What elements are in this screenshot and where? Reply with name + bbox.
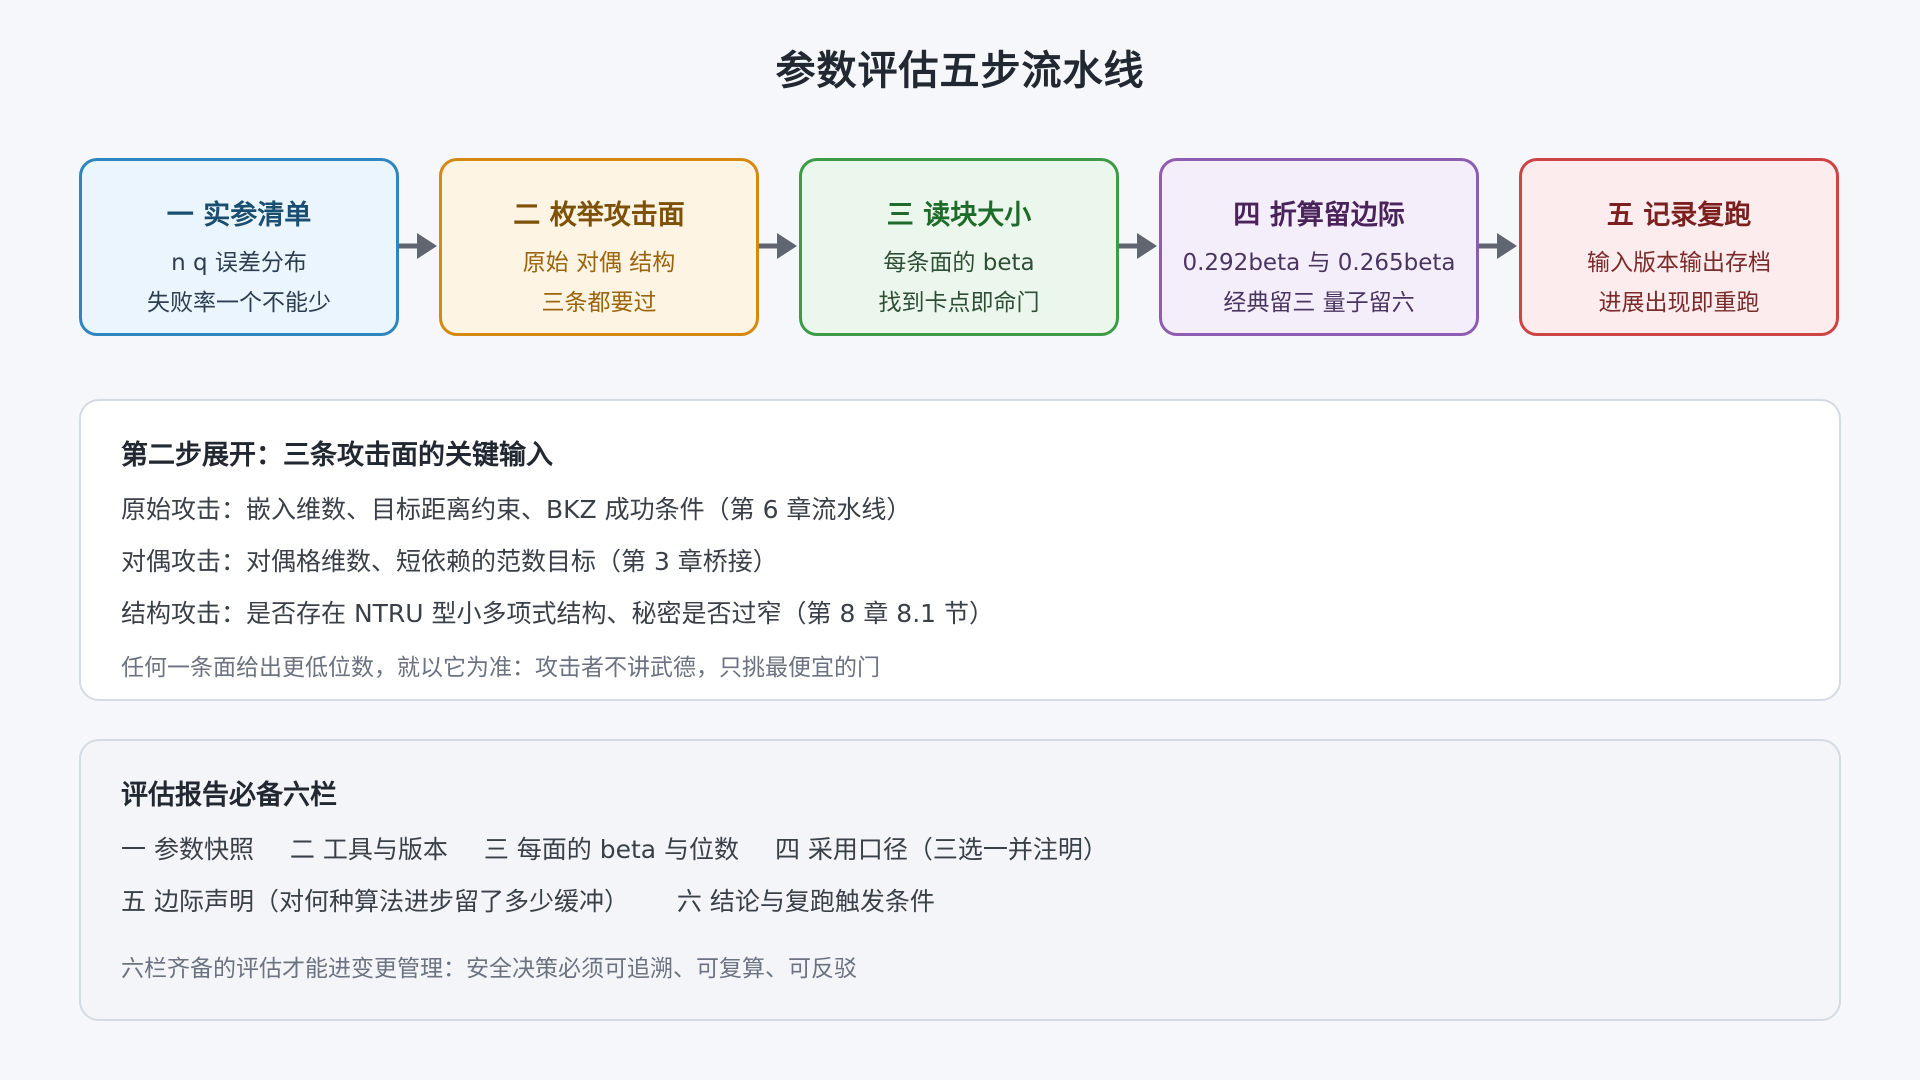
- attack-surface-note: 任何一条面给出更低位数，就以它为准：攻击者不讲武德，只挑最便宜的门: [121, 655, 880, 681]
- report-columns-row-1: 一 参数快照 二 工具与版本 三 每面的 beta 与位数 四 采用口径（三选一…: [121, 830, 1136, 866]
- attack-line-primal: 原始攻击：嵌入维数、目标距离约束、BKZ 成功条件（第 6 章流水线）: [121, 495, 912, 524]
- step-4-box: 四 折算留边际 0.292beta 与 0.265beta 经典留三 量子留六: [1159, 158, 1479, 336]
- step-2-line-2: 三条都要过: [541, 290, 657, 316]
- step-2-box: 二 枚举攻击面 原始 对偶 结构 三条都要过: [439, 158, 759, 336]
- report-column-item: 二 工具与版本: [289, 835, 448, 864]
- report-column-item: 一 参数快照: [121, 835, 254, 864]
- step-5-line-1: 输入版本输出存档: [1587, 250, 1771, 276]
- report-columns-note: 六栏齐备的评估才能进变更管理：安全决策必须可追溯、可复算、可反驳: [121, 956, 857, 982]
- step-5-title: 五 记录复跑: [1606, 200, 1752, 231]
- attack-surface-panel: 第二步展开：三条攻击面的关键输入 原始攻击：嵌入维数、目标距离约束、BKZ 成功…: [79, 399, 1841, 701]
- step-1-line-1: n q 误差分布: [171, 250, 307, 276]
- step-2-title: 二 枚举攻击面: [513, 200, 685, 231]
- step-5-line-2: 进展出现即重跑: [1598, 290, 1760, 316]
- pipeline-flow: 一 实参清单 n q 误差分布 失败率一个不能少 二 枚举攻击面 原始 对偶 结…: [79, 158, 1841, 336]
- arrow-right-icon: [1119, 233, 1157, 259]
- report-column-item: 五 边际声明（对何种算法进步留了多少缓冲）: [121, 887, 629, 916]
- step-4-line-2: 经典留三 量子留六: [1223, 290, 1415, 316]
- report-column-item: 三 每面的 beta 与位数: [483, 835, 740, 864]
- step-2-line-1: 原始 对偶 结构: [522, 250, 676, 276]
- step-5-box: 五 记录复跑 输入版本输出存档 进展出现即重跑: [1519, 158, 1839, 336]
- attack-surface-heading: 第二步展开：三条攻击面的关键输入: [121, 440, 553, 471]
- report-columns-heading: 评估报告必备六栏: [121, 780, 337, 811]
- page-title: 参数评估五步流水线: [775, 48, 1145, 94]
- attack-line-structural: 结构攻击：是否存在 NTRU 型小多项式结构、秘密是否过窄（第 8 章 8.1 …: [121, 599, 994, 628]
- step-1-title: 一 实参清单: [166, 200, 312, 231]
- report-column-item: 六 结论与复跑触发条件: [676, 887, 935, 916]
- step-3-line-1: 每条面的 beta: [883, 250, 1035, 276]
- arrow-right-icon: [759, 233, 797, 259]
- step-3-box: 三 读块大小 每条面的 beta 找到卡点即命门: [799, 158, 1119, 336]
- step-1-box: 一 实参清单 n q 误差分布 失败率一个不能少: [79, 158, 399, 336]
- step-3-title: 三 读块大小: [886, 200, 1032, 231]
- attack-line-dual: 对偶攻击：对偶格维数、短依赖的范数目标（第 3 章桥接）: [121, 547, 778, 576]
- step-1-line-2: 失败率一个不能少: [147, 290, 331, 316]
- report-column-item: 四 采用口径（三选一并注明）: [774, 835, 1108, 864]
- arrow-right-icon: [1479, 233, 1517, 259]
- arrow-right-icon: [399, 233, 437, 259]
- step-4-line-1: 0.292beta 与 0.265beta: [1182, 250, 1456, 276]
- step-4-title: 四 折算留边际: [1233, 200, 1405, 231]
- step-3-line-2: 找到卡点即命门: [878, 290, 1040, 316]
- report-columns-row-2: 五 边际声明（对何种算法进步留了多少缓冲） 六 结论与复跑触发条件: [121, 882, 963, 918]
- report-columns-panel: 评估报告必备六栏 一 参数快照 二 工具与版本 三 每面的 beta 与位数 四…: [79, 739, 1841, 1021]
